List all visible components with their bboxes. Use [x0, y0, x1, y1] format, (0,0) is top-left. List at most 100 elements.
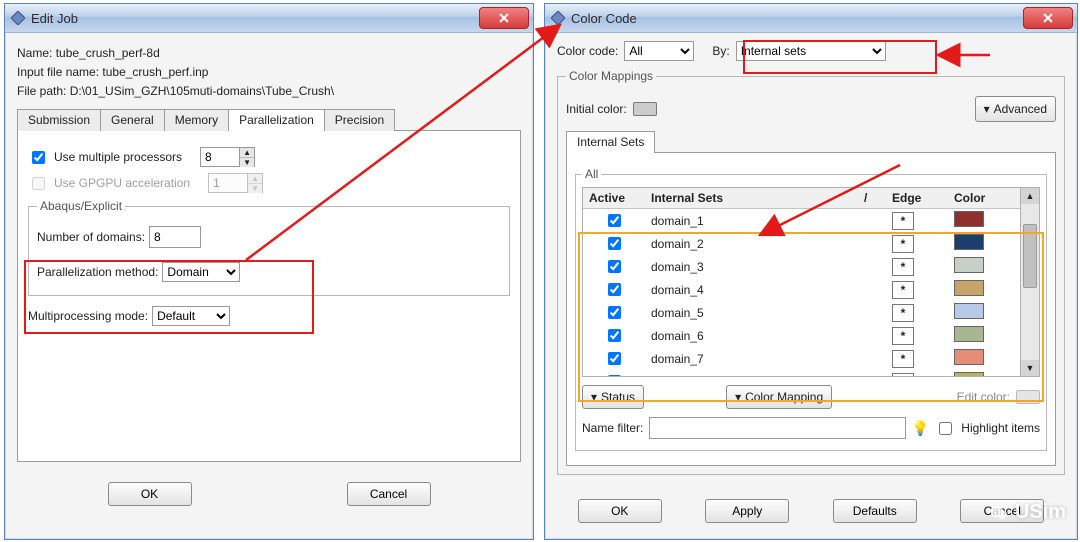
close-icon	[1042, 12, 1054, 24]
advanced-button[interactable]: ▾ Advanced	[975, 96, 1056, 122]
table-row[interactable]: domain_4*	[583, 278, 1020, 301]
tip-bulb-icon[interactable]: 💡	[912, 420, 929, 437]
color-swatch[interactable]	[954, 372, 984, 376]
col-edge[interactable]: Edge	[886, 188, 948, 209]
use-multiple-processors-checkbox[interactable]	[32, 151, 45, 164]
num-domains-label: Number of domains:	[37, 230, 145, 244]
color-code-dialog: Color Code Color code: All By: Internal …	[544, 3, 1078, 540]
color-code-defaults-button[interactable]: Defaults	[833, 499, 917, 523]
tab-page-parallelization: Use multiple processors ▲ ▼ Use GPGPU ac…	[17, 131, 521, 462]
tab-internal-sets[interactable]: Internal Sets	[566, 131, 655, 153]
color-swatch[interactable]	[954, 303, 984, 319]
scroll-thumb[interactable]	[1023, 224, 1037, 288]
table-row[interactable]: domain_1*	[583, 209, 1020, 233]
color-swatch[interactable]	[954, 349, 984, 365]
initial-color-swatch[interactable]	[633, 102, 657, 116]
scroll-up-icon[interactable]: ▲	[1021, 188, 1039, 204]
col-internal-sets[interactable]: Internal Sets	[645, 188, 858, 209]
name-filter-input[interactable]	[649, 417, 906, 439]
name-label: Name:	[17, 46, 52, 60]
color-code-apply-button[interactable]: Apply	[705, 499, 789, 523]
close-icon	[498, 12, 510, 24]
by-label: By:	[712, 44, 729, 58]
color-code-close-button[interactable]	[1023, 7, 1073, 29]
active-checkbox[interactable]	[608, 375, 621, 376]
edit-color-label: Edit color:	[957, 390, 1010, 404]
active-checkbox[interactable]	[608, 260, 621, 273]
file-path-label: File path:	[17, 84, 66, 98]
set-name-cell: domain_5	[645, 301, 858, 324]
par-method-select[interactable]: Domain	[162, 262, 240, 282]
watermark: USim	[989, 501, 1066, 524]
tabbar: Submission General Memory Parallelizatio…	[17, 108, 521, 131]
tab-submission[interactable]: Submission	[17, 109, 101, 131]
col-active[interactable]: Active	[583, 188, 645, 209]
color-swatch[interactable]	[954, 280, 984, 296]
active-checkbox[interactable]	[608, 237, 621, 250]
asterisk-icon: *	[901, 214, 906, 228]
scroll-down-icon[interactable]: ▼	[1021, 360, 1039, 376]
all-group: All Active Internal Sets / Edge	[575, 167, 1047, 451]
edge-style-button[interactable]: *	[892, 258, 914, 276]
color-code-select[interactable]: All	[624, 41, 694, 61]
processors-count-spinner[interactable]: ▲ ▼	[200, 147, 255, 167]
edge-style-button[interactable]: *	[892, 327, 914, 345]
tab-general[interactable]: General	[100, 109, 165, 131]
abaqus-explicit-label: Abaqus/Explicit	[37, 199, 125, 213]
name-value: tube_crush_perf-8d	[56, 46, 160, 60]
gpgpu-count-spinner: ▲ ▼	[208, 173, 263, 193]
spinner-up-icon[interactable]: ▲	[240, 148, 254, 158]
color-code-ok-button[interactable]: OK	[578, 499, 662, 523]
input-file-value: tube_crush_perf.inp	[102, 65, 208, 79]
num-domains-input[interactable]	[149, 226, 201, 248]
active-checkbox[interactable]	[608, 306, 621, 319]
col-slash[interactable]: /	[858, 188, 886, 209]
mp-mode-select[interactable]: Default	[152, 306, 230, 326]
edge-style-button[interactable]: *	[892, 373, 914, 377]
table-scrollbar[interactable]: ▲ ▼	[1020, 188, 1039, 376]
active-checkbox[interactable]	[608, 352, 621, 365]
col-color[interactable]: Color	[948, 188, 1020, 209]
table-row[interactable]: domain 8*	[583, 370, 1020, 376]
table-row[interactable]: domain_2*	[583, 232, 1020, 255]
color-swatch[interactable]	[954, 211, 984, 227]
table-row[interactable]: domain_7*	[583, 347, 1020, 370]
status-button[interactable]: ▾ Status	[582, 385, 644, 409]
edge-style-button[interactable]: *	[892, 304, 914, 322]
spinner-down-icon[interactable]: ▼	[240, 158, 254, 167]
color-swatch[interactable]	[954, 326, 984, 342]
asterisk-icon: *	[901, 375, 906, 377]
spinner-down-icon: ▼	[248, 184, 262, 193]
color-swatch[interactable]	[954, 257, 984, 273]
color-mapping-button[interactable]: ▾ Color Mapping	[726, 385, 832, 409]
app-icon	[9, 11, 27, 25]
edit-job-cancel-button[interactable]: Cancel	[347, 482, 431, 506]
tab-parallelization[interactable]: Parallelization	[228, 109, 325, 131]
tab-memory[interactable]: Memory	[164, 109, 229, 131]
table-row[interactable]: domain_6*	[583, 324, 1020, 347]
active-checkbox[interactable]	[608, 214, 621, 227]
by-select[interactable]: Internal sets	[736, 41, 886, 61]
table-row[interactable]: domain_3*	[583, 255, 1020, 278]
color-code-title: Color Code	[571, 11, 1023, 26]
edit-job-ok-button[interactable]: OK	[108, 482, 192, 506]
color-swatch[interactable]	[954, 234, 984, 250]
internal-sets-table: Active Internal Sets / Edge Color domain…	[583, 188, 1020, 376]
tab-precision[interactable]: Precision	[324, 109, 395, 131]
edge-style-button[interactable]: *	[892, 235, 914, 253]
edit-job-titlebar: Edit Job	[5, 4, 533, 33]
highlight-items-checkbox[interactable]	[939, 422, 952, 435]
edit-job-button-bar: OK Cancel	[5, 472, 533, 518]
edge-style-button[interactable]: *	[892, 212, 914, 230]
abaqus-explicit-group: Abaqus/Explicit Number of domains: Paral…	[28, 199, 510, 296]
active-checkbox[interactable]	[608, 283, 621, 296]
active-checkbox[interactable]	[608, 329, 621, 342]
table-row[interactable]: domain_5 *	[583, 301, 1020, 324]
input-file-label: Input file name:	[17, 65, 99, 79]
asterisk-icon: *	[901, 306, 906, 320]
internal-sets-table-wrap: Active Internal Sets / Edge Color domain…	[582, 187, 1040, 377]
processors-count-value[interactable]	[200, 147, 239, 167]
edit-job-close-button[interactable]	[479, 7, 529, 29]
edge-style-button[interactable]: *	[892, 350, 914, 368]
edge-style-button[interactable]: *	[892, 281, 914, 299]
